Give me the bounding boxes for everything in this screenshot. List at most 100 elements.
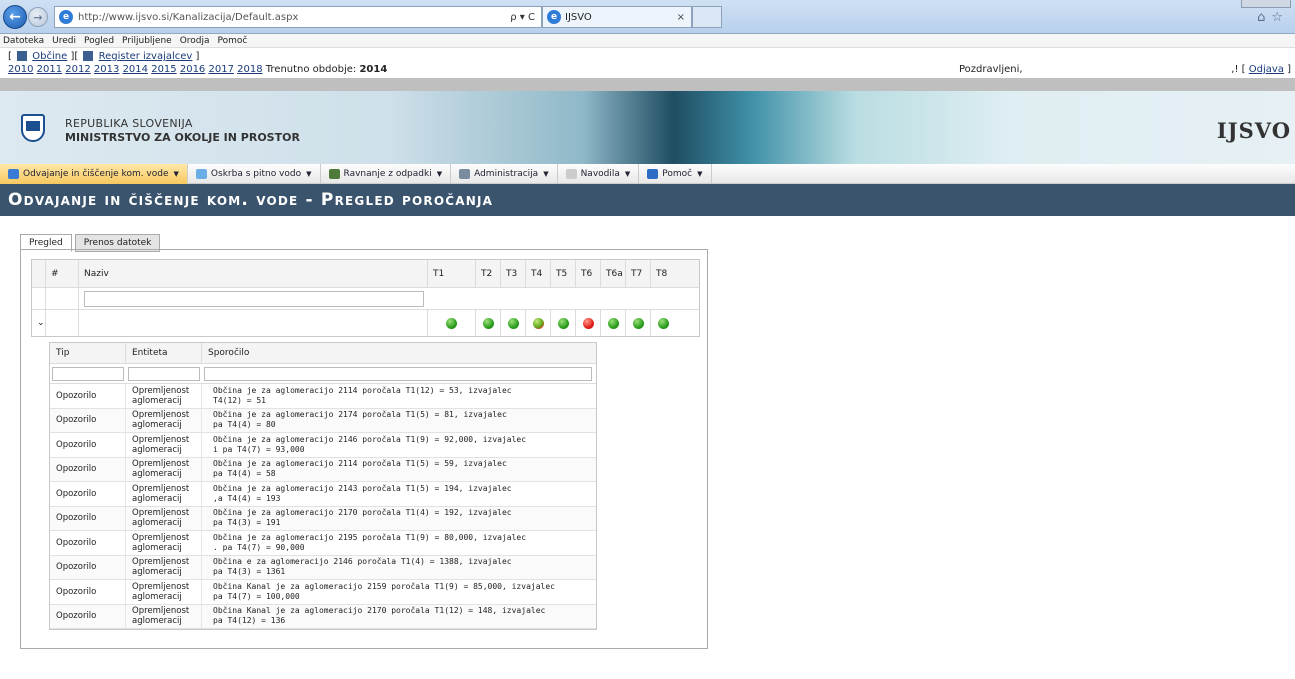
grid-col-header[interactable]: Naziv — [79, 260, 428, 287]
arrow-left-icon: ← — [9, 9, 21, 25]
entiteta-filter-input[interactable] — [128, 366, 200, 381]
grid-col-header[interactable]: T4 — [526, 260, 551, 287]
grid-col-header[interactable]: T5 — [551, 260, 576, 287]
grid-status-row: ⌄ — [32, 310, 699, 336]
detail-filter-row — [50, 364, 596, 384]
window-controls[interactable] — [1241, 0, 1291, 8]
message-line: pa T4(4) = 80 — [213, 420, 276, 430]
nav-item-icon — [328, 168, 340, 179]
grid-col-header[interactable]: T8 — [651, 260, 676, 287]
years-line: 2010 2011 2012 2013 2014 2015 2016 2017 … — [8, 63, 1287, 76]
table-row[interactable]: Opozorilo Opremljenost aglomeracij Občina … — [50, 555, 596, 580]
year-link[interactable]: 2017 — [208, 64, 233, 75]
grid-col-header[interactable]: # — [46, 260, 79, 287]
year-link[interactable]: 2013 — [94, 64, 119, 75]
status-dot-icon[interactable] — [507, 317, 519, 329]
table-row[interactable]: Opozorilo Opremljenost aglomeracij Občina … — [50, 457, 596, 482]
status-dot-icon[interactable] — [582, 317, 594, 329]
nav-item[interactable]: Odvajanje in čiščenje kom. vode ▼ — [0, 163, 188, 184]
browser-tab[interactable]: e IJSVO × — [542, 6, 692, 28]
status-dot-icon[interactable] — [532, 317, 544, 329]
table-row[interactable]: Opozorilo Opremljenost aglomeracij Občina … — [50, 580, 596, 605]
message-line: T4(12) = 51 — [213, 395, 266, 405]
nav-item[interactable]: Pomoč ▼ — [639, 163, 712, 184]
table-row[interactable]: Opozorilo Opremljenost aglomeracij Občina … — [50, 384, 596, 409]
menu-item[interactable]: Uredi — [52, 36, 76, 46]
expand-toggle[interactable]: ⌄ — [32, 310, 46, 336]
obcine-link[interactable]: Občine — [32, 51, 67, 62]
menu-item[interactable]: Priljubljene — [122, 36, 172, 46]
status-dot-icon[interactable] — [658, 317, 669, 329]
table-row[interactable]: Opozorilo Opremljenost aglomeracij Občina … — [50, 433, 596, 458]
year-link[interactable]: 2011 — [37, 64, 62, 75]
menu-item[interactable]: Orodja — [180, 36, 210, 46]
close-tab-icon[interactable]: × — [677, 12, 685, 23]
message-line: pa T4(4) = 58 — [213, 469, 276, 479]
year-link[interactable]: 2016 — [180, 64, 205, 75]
col-tip[interactable]: Tip — [50, 343, 126, 363]
brand-logo: IJSVO — [1216, 118, 1291, 143]
header-spacer — [32, 260, 46, 287]
grid-filter-row — [32, 288, 699, 310]
year-link[interactable]: 2010 — [8, 64, 33, 75]
grid-col-header[interactable]: T6 — [576, 260, 601, 287]
nav-item-label: Ravnanje z odpadki — [343, 168, 432, 179]
table-row[interactable]: Opozorilo Opremljenost aglomeracij Občina … — [50, 506, 596, 531]
grid-col-header[interactable]: T3 — [501, 260, 526, 287]
status-dot-icon[interactable] — [557, 317, 569, 329]
chevron-down-icon: ▼ — [697, 169, 703, 178]
grid-col-header[interactable]: T2 — [476, 260, 501, 287]
table-row[interactable]: Opozorilo Opremljenost aglomeracij Občina … — [50, 408, 596, 433]
menu-item[interactable]: Datoteka — [3, 36, 44, 46]
year-link[interactable]: 2015 — [151, 64, 176, 75]
naziv-filter-input[interactable] — [84, 290, 424, 307]
status-dot-icon[interactable] — [607, 317, 619, 329]
search-refresh-icons[interactable]: ρ ▾ C — [510, 12, 535, 23]
col-sporocilo[interactable]: Sporočilo — [202, 343, 596, 363]
nav-item-label: Navodila — [580, 168, 620, 179]
table-row[interactable]: Opozorilo Opremljenost aglomeracij Občina … — [50, 531, 596, 556]
cell-entiteta: Opremljenost aglomeracij — [126, 604, 202, 628]
tip-filter-input[interactable] — [52, 366, 124, 381]
address-bar[interactable]: e http://www.ijsvo.si/Kanalizacija/Defau… — [54, 6, 542, 28]
message-line: Občina je za aglomeracijo 2174 poročala … — [213, 410, 507, 420]
nav-item[interactable]: Oskrba s pitno vodo ▼ — [188, 163, 321, 184]
nav-item[interactable]: Navodila ▼ — [558, 163, 640, 184]
cell-entiteta: Opremljenost aglomeracij — [126, 580, 202, 604]
nav-item[interactable]: Administracija ▼ — [451, 163, 558, 184]
register-link[interactable]: Register izvajalcev — [99, 51, 193, 62]
nav-item[interactable]: Ravnanje z odpadki ▼ — [321, 163, 452, 184]
new-tab-button[interactable] — [692, 6, 722, 28]
cell-entiteta: Opremljenost aglomeracij — [126, 482, 202, 506]
menu-item[interactable]: Pogled — [84, 36, 114, 46]
col-entiteta[interactable]: Entiteta — [126, 343, 202, 363]
status-dot-icon[interactable] — [632, 317, 644, 329]
address-url[interactable]: http://www.ijsvo.si/Kanalizacija/Default… — [78, 12, 298, 23]
logout-link[interactable]: Odjava — [1249, 64, 1284, 75]
cell-sporocilo: Občina e za aglomeracijo 2146 poročala T… — [202, 556, 596, 580]
home-favorites-icons[interactable]: ⌂☆ — [1257, 10, 1289, 25]
cell-tip: Opozorilo — [50, 482, 126, 506]
message-line: pa T4(3) = 1361 — [213, 567, 286, 577]
grid-col-header[interactable]: T7 — [626, 260, 651, 287]
year-link[interactable]: 2014 — [123, 64, 148, 75]
menu-item[interactable]: Pomoč — [218, 36, 248, 46]
year-link[interactable]: 2018 — [237, 64, 262, 75]
cell-sporocilo: Občina je za aglomeracijo 2143 poročala … — [202, 482, 596, 506]
forward-button[interactable]: → — [28, 7, 48, 27]
message-line: ,a T4(4) = 193 — [213, 493, 281, 503]
top-info-bar: [ Občine ][ Register izvajalcev ] 2010 2… — [0, 48, 1295, 78]
year-link[interactable]: 2012 — [65, 64, 90, 75]
grid-col-header[interactable]: T6a — [601, 260, 626, 287]
main-nav: Odvajanje in čiščenje kom. vode ▼ Oskrba s… — [0, 163, 1295, 184]
status-cell — [501, 310, 526, 336]
cell-entiteta: Opremljenost aglomeracij — [126, 531, 202, 555]
status-dot-icon[interactable] — [482, 317, 494, 329]
sporocilo-filter-input[interactable] — [204, 366, 592, 381]
grid-col-header[interactable]: T1 — [428, 260, 476, 287]
table-row[interactable]: Opozorilo Opremljenost aglomeracij Občina … — [50, 604, 596, 629]
back-button[interactable]: ← — [3, 5, 27, 29]
status-dot-icon[interactable] — [446, 317, 457, 329]
table-row[interactable]: Opozorilo Opremljenost aglomeracij Občina … — [50, 482, 596, 507]
cell-entiteta: Opremljenost aglomeracij — [126, 384, 202, 408]
